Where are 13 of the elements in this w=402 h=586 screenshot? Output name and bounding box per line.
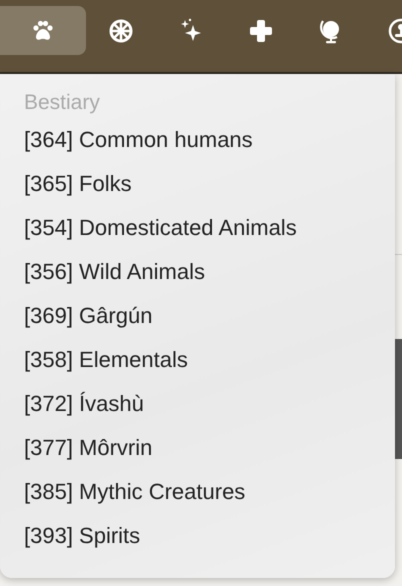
menu-item[interactable]: [369] Gârgún bbox=[24, 302, 152, 330]
toolbar-tab[interactable] bbox=[0, 6, 86, 55]
menu-item[interactable]: [356] Wild Animals bbox=[24, 258, 205, 286]
menu-item[interactable]: [393] Spirits bbox=[24, 522, 140, 550]
menu-header: Bestiary bbox=[24, 90, 100, 116]
menu-item[interactable]: [354] Domesticated Animals bbox=[24, 214, 297, 242]
aperture-icon bbox=[107, 16, 135, 44]
menu-item[interactable]: [365] Folks bbox=[24, 170, 132, 198]
menu-item[interactable]: [364] Common humans bbox=[24, 126, 253, 154]
menu-item[interactable]: [358] Elementals bbox=[24, 346, 188, 374]
menu-item[interactable]: [372] Ívashù bbox=[24, 390, 144, 418]
menu-item[interactable]: [385] Mythic Creatures bbox=[24, 478, 246, 506]
menu-item[interactable]: [377] Môrvrin bbox=[24, 434, 152, 462]
